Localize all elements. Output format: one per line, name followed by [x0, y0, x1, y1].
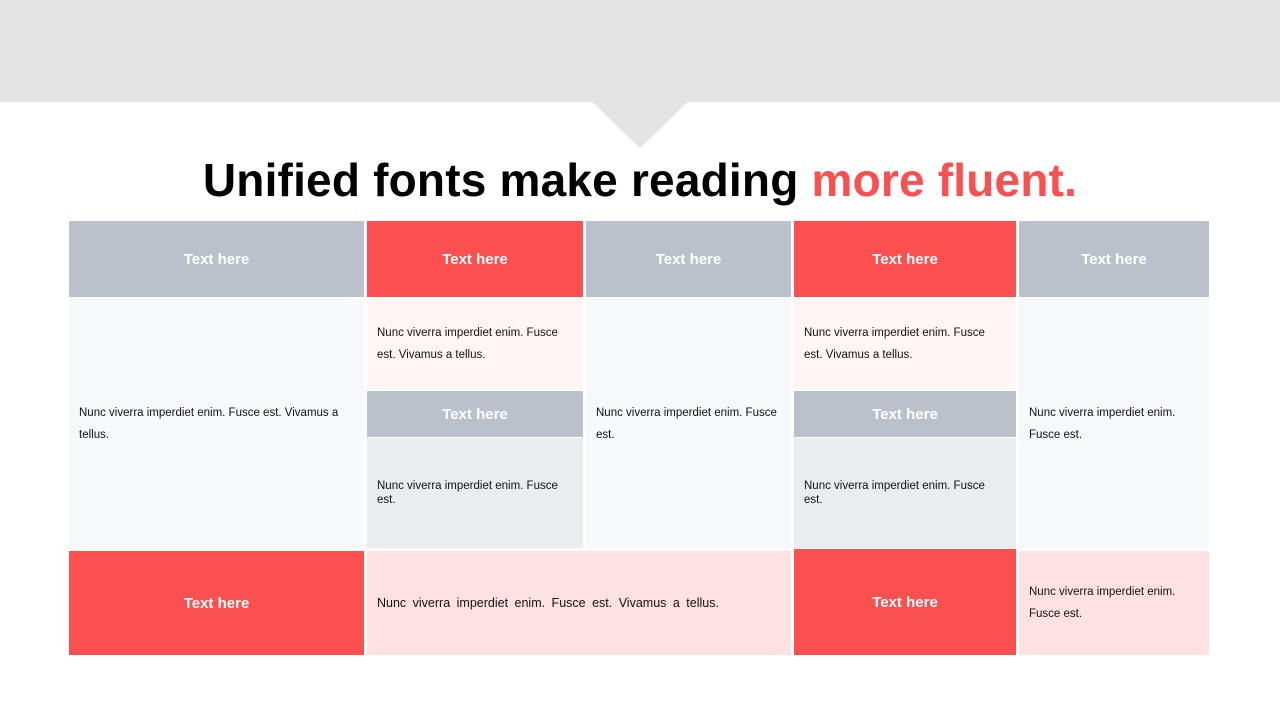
body-col2-bottom-text: Nunc viverra imperdiet enim. Fusce est.: [377, 480, 558, 506]
pointer-triangle: [592, 102, 688, 148]
body-col3-text: Nunc viverra imperdiet enim. Fusce est.: [596, 406, 777, 441]
header-col5: Text here: [1019, 221, 1209, 297]
title-main: Unified fonts make reading: [202, 154, 812, 206]
page-title: Unified fonts make reading more fluent.: [0, 148, 1280, 212]
body-col3: Nunc viverra imperdiet enim. Fusce est.: [586, 299, 791, 548]
body-col4-bottom-text: Nunc viverra imperdiet enim. Fusce est.: [804, 480, 985, 506]
header-col2: Text here: [367, 221, 583, 297]
body-col4-bottom: Nunc viverra imperdiet enim. Fusce est.: [794, 438, 1016, 548]
body-col4-top-text: Nunc viverra imperdiet enim. Fusce est. …: [804, 327, 985, 361]
bottom-right-text: Nunc viverra imperdiet enim. Fusce est.: [1029, 586, 1176, 620]
header-col3: Text here: [586, 221, 791, 297]
header-col2-mid: Text here: [367, 391, 583, 437]
bottom-wide-cell: Nunc viverra imperdiet enim. Fusce est. …: [367, 551, 791, 655]
top-band: [0, 0, 1280, 102]
bottom-header-col4: Text here: [794, 549, 1016, 655]
body-col2-top: Nunc viverra imperdiet enim. Fusce est. …: [367, 299, 583, 389]
header-col1: Text here: [69, 221, 364, 297]
bottom-wide-text: Nunc viverra imperdiet enim. Fusce est. …: [377, 596, 719, 610]
bottom-header-col1: Text here: [69, 551, 364, 655]
body-col1-text: Nunc viverra imperdiet enim. Fusce est. …: [79, 406, 339, 441]
body-col1: Nunc viverra imperdiet enim. Fusce est. …: [69, 299, 364, 548]
body-col5: Nunc viverra imperdiet enim. Fusce est.: [1019, 299, 1209, 548]
bottom-right-cell: Nunc viverra imperdiet enim. Fusce est.: [1019, 551, 1209, 655]
body-col2-top-text: Nunc viverra imperdiet enim. Fusce est. …: [377, 327, 558, 361]
body-col4-top: Nunc viverra imperdiet enim. Fusce est. …: [794, 299, 1016, 389]
body-col2-bottom: Nunc viverra imperdiet enim. Fusce est.: [367, 438, 583, 548]
title-accent: more fluent.: [811, 154, 1078, 206]
header-col4-mid: Text here: [794, 391, 1016, 437]
body-col5-text: Nunc viverra imperdiet enim. Fusce est.: [1029, 406, 1176, 441]
header-col4: Text here: [794, 221, 1016, 297]
